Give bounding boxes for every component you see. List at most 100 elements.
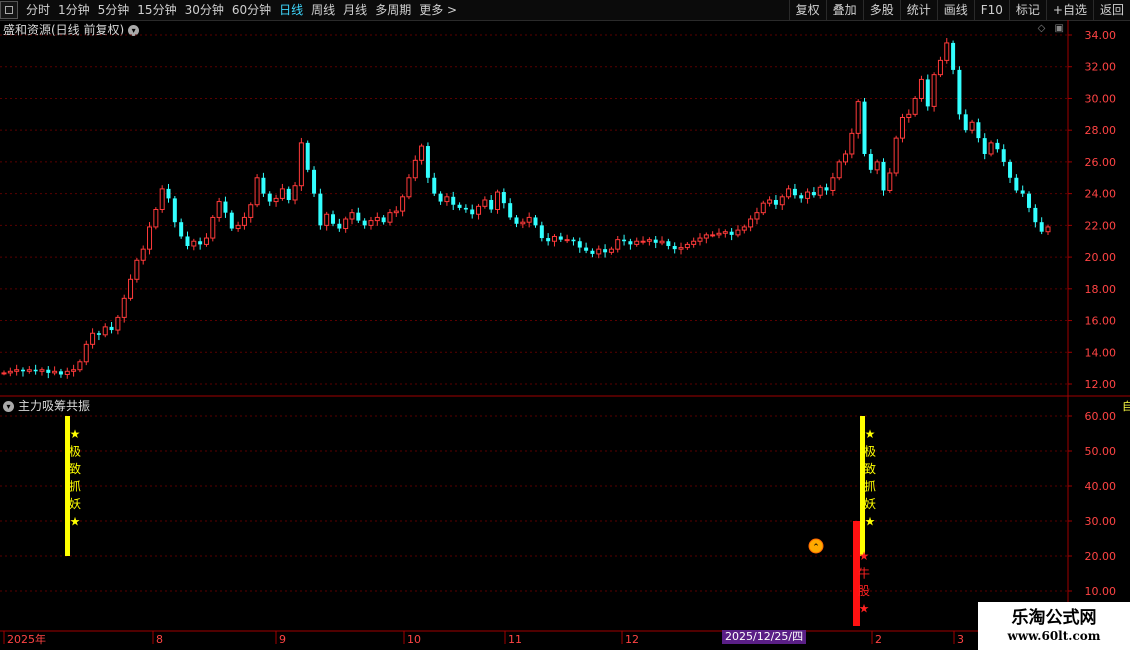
candle-body <box>33 369 38 372</box>
candle-body <box>976 122 981 139</box>
candle-body <box>77 361 83 371</box>
candle-body <box>836 161 842 179</box>
candle-body <box>799 195 804 199</box>
candle-body <box>305 142 310 170</box>
time-tick-label: 10 <box>407 633 421 646</box>
candle-body <box>1039 222 1044 232</box>
candle-body <box>298 142 304 187</box>
candle-body <box>805 191 811 199</box>
candle-body <box>703 234 709 239</box>
candle-body <box>210 216 216 239</box>
candle-body <box>868 153 873 170</box>
candle-body <box>267 193 272 202</box>
kline-chart[interactable]: 34.00 32.00 30.00 28.00 26.00 24.00 22.00 20.00… <box>0 0 1130 650</box>
candle-body <box>166 188 171 199</box>
candle-body <box>874 161 880 171</box>
candle-body <box>855 101 861 134</box>
candle-body <box>590 250 595 254</box>
signal-char: ★ <box>70 427 81 441</box>
candle-body <box>811 192 816 196</box>
candle-body <box>963 114 968 131</box>
candle-body <box>849 132 855 155</box>
candle-body <box>722 231 728 234</box>
signal-char: 妖 <box>864 497 876 511</box>
candle-body <box>374 216 380 222</box>
candle-body <box>1020 190 1025 194</box>
time-tick-label: 9 <box>279 633 286 646</box>
signal-char: 抓 <box>864 480 876 494</box>
candle-body <box>14 369 20 372</box>
candle-body <box>514 217 519 224</box>
candle-body <box>121 297 127 318</box>
watermark-url: www.60lt.com <box>1007 629 1101 643</box>
candle-body <box>520 221 526 225</box>
candle-body <box>634 240 640 245</box>
price-tick-label: 34.00 <box>1085 29 1117 42</box>
candle-body <box>438 193 443 202</box>
candlesticks <box>1 38 1051 379</box>
candle-body <box>526 216 532 223</box>
candle-body <box>653 239 658 243</box>
candle-body <box>425 146 430 178</box>
candle-body <box>52 370 58 374</box>
candle-body <box>457 204 462 208</box>
candle-body <box>1033 207 1038 223</box>
candle-body <box>451 196 456 205</box>
candle-body <box>792 188 797 196</box>
candle-body <box>691 240 697 245</box>
candle-body <box>58 371 63 375</box>
candle-body <box>476 205 482 215</box>
time-axis: 2025年 8 9 10 11 12 2 3 <box>3 631 964 646</box>
indicator-tick-label: 60.00 <box>1085 410 1117 423</box>
candle-body <box>46 369 51 373</box>
signal-char: 股 <box>858 584 870 598</box>
candle-body <box>622 239 627 242</box>
watermark-title: 乐淘公式网 <box>1011 608 1097 628</box>
candle-body <box>596 248 602 255</box>
time-tick-label: 2025年 <box>7 632 46 646</box>
candle-body <box>109 326 114 331</box>
candle-body <box>337 223 342 229</box>
time-tick-label: 12 <box>625 633 639 646</box>
candle-body <box>659 240 665 244</box>
candle-body <box>331 214 336 224</box>
candle-body <box>495 191 501 211</box>
candle-body <box>925 79 930 107</box>
candle-body <box>26 369 32 372</box>
candle-body <box>324 213 330 226</box>
candle-body <box>773 199 778 205</box>
signal-char: ★ <box>859 549 870 563</box>
candle-body <box>406 177 412 198</box>
candle-body <box>539 225 544 239</box>
watermark-logo: 乐淘公式网 www.60lt.com <box>978 602 1130 650</box>
candle-body <box>64 370 70 375</box>
candle-body <box>356 212 361 221</box>
candle-body <box>292 185 298 201</box>
candle-body <box>241 216 247 226</box>
candle-body <box>128 278 134 299</box>
signal-char: ★ <box>859 602 870 616</box>
candle-body <box>951 42 956 70</box>
signal-char: ★ <box>865 515 876 529</box>
candle-body <box>387 212 393 223</box>
candle-body <box>489 199 494 210</box>
grid-lines <box>0 34 1068 592</box>
candle-body <box>571 239 576 242</box>
candle-body <box>223 201 228 213</box>
candle-body <box>400 196 406 212</box>
candle-body <box>899 116 905 139</box>
price-tick-label: 22.00 <box>1085 219 1117 232</box>
candle-body <box>444 196 450 203</box>
candle-body <box>343 218 349 230</box>
candle-body <box>767 199 773 204</box>
candle-body <box>1045 226 1051 233</box>
candle-body <box>1008 161 1013 178</box>
candle-body <box>312 169 317 194</box>
candle-body <box>349 212 355 220</box>
signal-char: 致 <box>69 462 81 476</box>
candle-body <box>603 249 608 253</box>
candle-body <box>786 188 792 198</box>
signal-char: ★ <box>865 427 876 441</box>
time-tick-label: 11 <box>508 633 522 646</box>
time-tick-label: 8 <box>156 633 163 646</box>
